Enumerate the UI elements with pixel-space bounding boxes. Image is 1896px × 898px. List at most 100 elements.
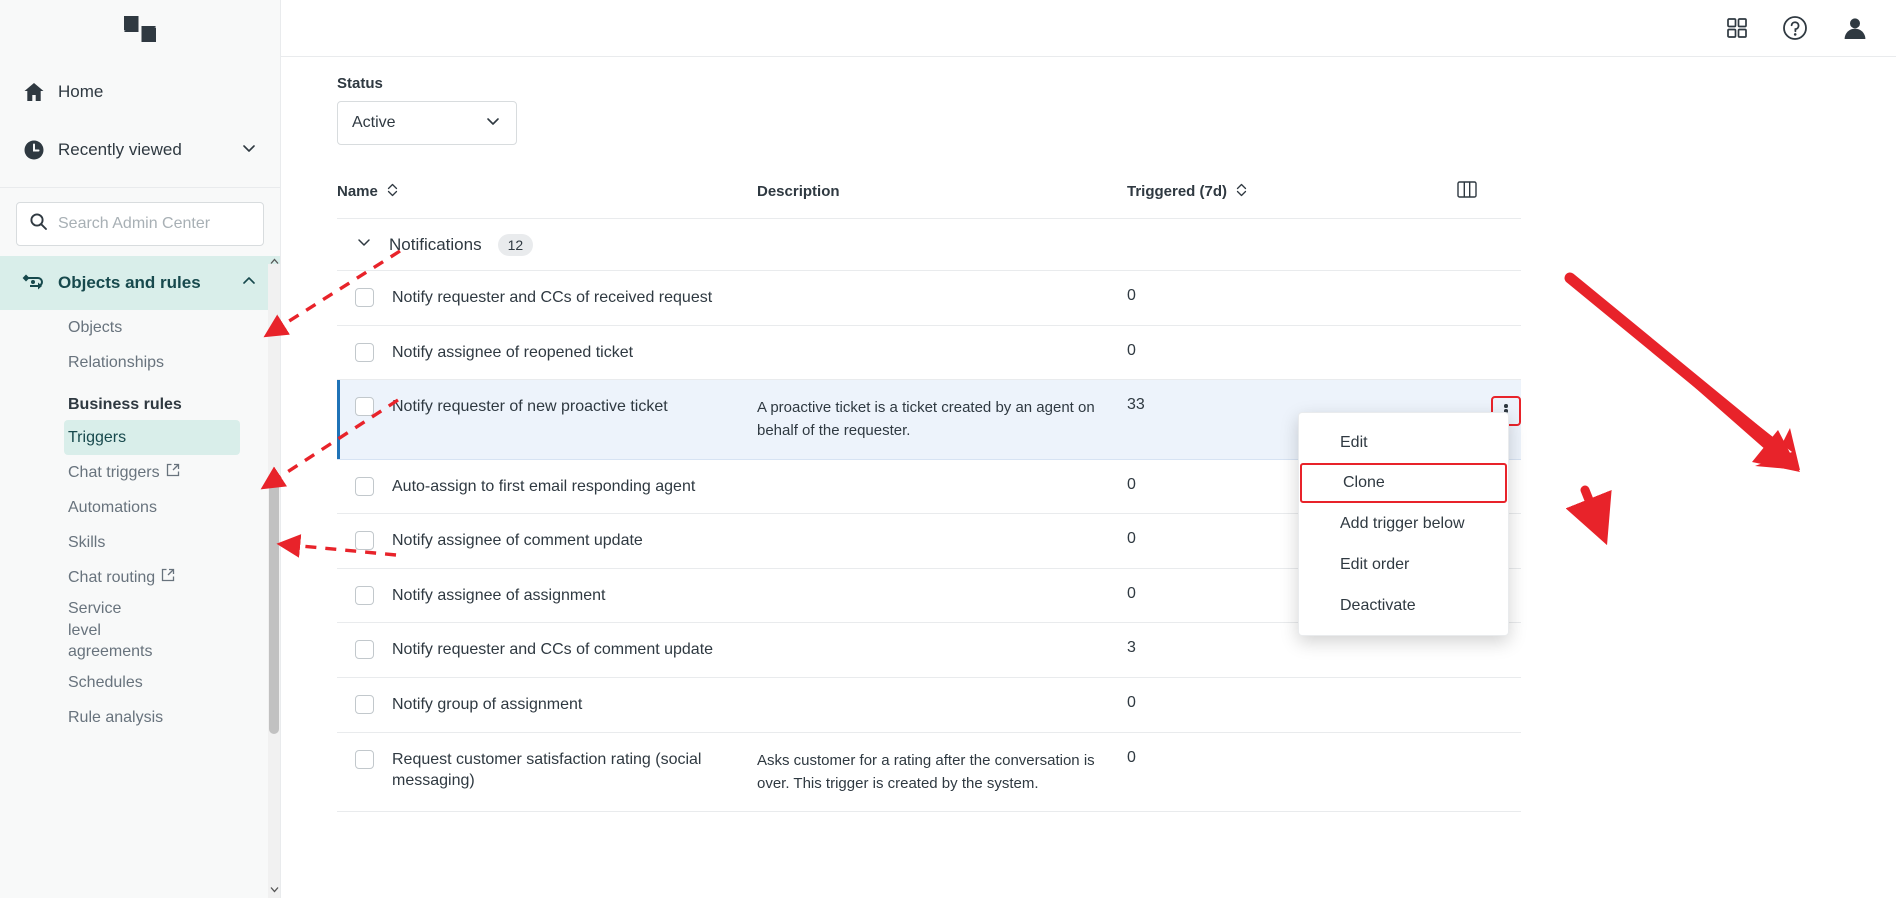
sidebar-item-label: Skills	[68, 533, 106, 551]
row-checkbox[interactable]	[355, 640, 374, 660]
sidebar-item-automations[interactable]: Automations	[0, 490, 280, 525]
brand-header	[0, 0, 280, 57]
sort-icon[interactable]	[1236, 183, 1247, 201]
search-input[interactable]	[58, 215, 251, 233]
chevron-down-icon[interactable]	[240, 139, 258, 162]
row-checkbox[interactable]	[355, 585, 374, 605]
menu-item-add-trigger-below[interactable]: Add trigger below	[1299, 503, 1508, 544]
chevron-down-icon[interactable]	[355, 233, 373, 256]
row-description-cell	[757, 513, 1127, 569]
column-header-triggered[interactable]: Triggered (7d)	[1127, 181, 1457, 219]
sidebar-item-chat-routing[interactable]: Chat routing	[0, 560, 280, 595]
user-avatar-icon[interactable]	[1842, 15, 1868, 41]
sort-icon[interactable]	[387, 183, 398, 201]
menu-item-label: Edit order	[1340, 555, 1410, 573]
row-name: Request customer satisfaction rating (so…	[392, 750, 702, 790]
main-content: Status Active Name Description Triggered…	[281, 0, 1896, 898]
sidebar-item-rule-analysis[interactable]: Rule analysis	[0, 701, 280, 736]
row-triggered: 0	[1127, 530, 1136, 548]
row-context-menu: Edit Clone Add trigger below Edit order …	[1298, 412, 1509, 636]
column-header-description: Description	[757, 181, 1127, 219]
row-checkbox[interactable]	[355, 695, 374, 715]
sidebar-item-home[interactable]: Home	[0, 63, 280, 121]
column-header-name[interactable]: Name	[337, 181, 757, 219]
sidebar: Home Recently viewed Search Admin Center…	[0, 0, 281, 898]
column-settings-header[interactable]	[1457, 181, 1521, 219]
sidebar-item-label: Relationships	[68, 353, 165, 371]
sidebar-subitems-business-rules: Triggers Chat triggers Automations Skill…	[0, 420, 280, 736]
status-filter-select[interactable]: Active	[337, 101, 517, 145]
columns-settings-icon[interactable]	[1457, 181, 1477, 202]
row-name: Notify assignee of assignment	[392, 586, 606, 604]
row-description-cell	[757, 325, 1127, 381]
column-header-label: Description	[757, 183, 840, 200]
row-name: Notify requester and CCs of comment upda…	[392, 641, 714, 659]
row-description-cell: Asks customer for a rating after the con…	[757, 732, 1127, 813]
row-triggered: 0	[1127, 341, 1136, 359]
group-row-notifications[interactable]: Notifications 12	[337, 218, 1521, 271]
sidebar-item-label: Triggers	[68, 428, 127, 446]
scroll-up-arrow-icon[interactable]	[268, 254, 280, 268]
group-count-badge: 12	[497, 233, 534, 256]
chevron-up-icon[interactable]	[240, 272, 258, 295]
sidebar-item-schedules[interactable]: Schedules	[0, 666, 280, 701]
row-checkbox[interactable]	[355, 476, 374, 496]
row-triggered: 0	[1127, 694, 1136, 712]
menu-item-deactivate[interactable]: Deactivate	[1299, 585, 1508, 626]
table-row[interactable]: Notify group of assignment 0	[337, 677, 1521, 733]
sidebar-scrollbar[interactable]	[268, 264, 280, 898]
sidebar-section-objects-and-rules[interactable]: Objects and rules	[0, 256, 280, 310]
row-checkbox[interactable]	[355, 749, 374, 769]
row-checkbox[interactable]	[355, 342, 374, 362]
table-row[interactable]: Notify assignee of reopened ticket 0	[337, 325, 1521, 381]
row-actions-cell	[1457, 270, 1521, 326]
table-header-row: Name Description Triggered (7d)	[337, 181, 1521, 219]
menu-item-edit[interactable]: Edit	[1299, 422, 1508, 463]
column-header-label: Name	[337, 182, 378, 200]
row-name-cell: Auto-assign to first email responding ag…	[337, 459, 757, 515]
row-name-cell: Notify requester and CCs of received req…	[337, 270, 757, 326]
row-checkbox[interactable]	[355, 397, 374, 417]
sidebar-item-relationships[interactable]: Relationships	[0, 345, 280, 380]
row-name-cell: Request customer satisfaction rating (so…	[337, 732, 757, 813]
row-name: Auto-assign to first email responding ag…	[392, 477, 696, 495]
scroll-down-arrow-icon[interactable]	[268, 882, 280, 896]
row-name-cell: Notify requester and CCs of comment upda…	[337, 622, 757, 679]
row-description: A proactive ticket is a ticket created b…	[757, 399, 1095, 440]
row-name-cell: Notify assignee of reopened ticket	[337, 325, 757, 381]
sidebar-item-skills[interactable]: Skills	[0, 525, 280, 560]
row-actions-cell	[1457, 732, 1521, 813]
row-name: Notify group of assignment	[392, 696, 583, 714]
row-checkbox[interactable]	[355, 531, 374, 551]
sidebar-scrollbar-thumb[interactable]	[269, 474, 279, 734]
row-description-cell	[757, 677, 1127, 733]
search-container	[0, 188, 280, 256]
table-row[interactable]: Notify requester and CCs of received req…	[337, 270, 1521, 326]
sidebar-item-chat-triggers[interactable]: Chat triggers	[0, 455, 280, 490]
table-row[interactable]: Request customer satisfaction rating (so…	[337, 732, 1521, 813]
sidebar-section-label: Objects and rules	[58, 273, 201, 292]
row-actions-cell	[1457, 677, 1521, 733]
row-checkbox[interactable]	[355, 288, 374, 307]
sidebar-item-label: Chat routing	[68, 568, 156, 586]
sidebar-item-label: Home	[58, 82, 104, 101]
help-circle-icon[interactable]	[1782, 15, 1808, 41]
kebab-dot	[1504, 404, 1508, 408]
row-description-cell	[757, 568, 1127, 624]
row-triggered: 0	[1127, 584, 1136, 602]
search-box[interactable]	[16, 202, 264, 246]
row-name-cell: Notify assignee of assignment	[337, 568, 757, 624]
row-description-cell	[757, 459, 1127, 515]
external-link-icon	[166, 462, 180, 484]
menu-item-edit-order[interactable]: Edit order	[1299, 544, 1508, 585]
row-actions-cell	[1457, 325, 1521, 381]
sidebar-item-recently-viewed[interactable]: Recently viewed	[0, 121, 280, 179]
zendesk-logo-icon	[122, 14, 158, 44]
sidebar-item-label: Rule analysis	[68, 709, 164, 727]
menu-item-clone[interactable]: Clone	[1300, 463, 1507, 503]
sidebar-item-service-level-agreements[interactable]: Service level agreements	[0, 595, 153, 666]
sidebar-item-triggers[interactable]: Triggers	[64, 420, 240, 455]
sidebar-item-objects[interactable]: Objects	[0, 310, 280, 345]
external-link-icon	[161, 567, 175, 589]
grid-apps-icon[interactable]	[1726, 17, 1748, 39]
